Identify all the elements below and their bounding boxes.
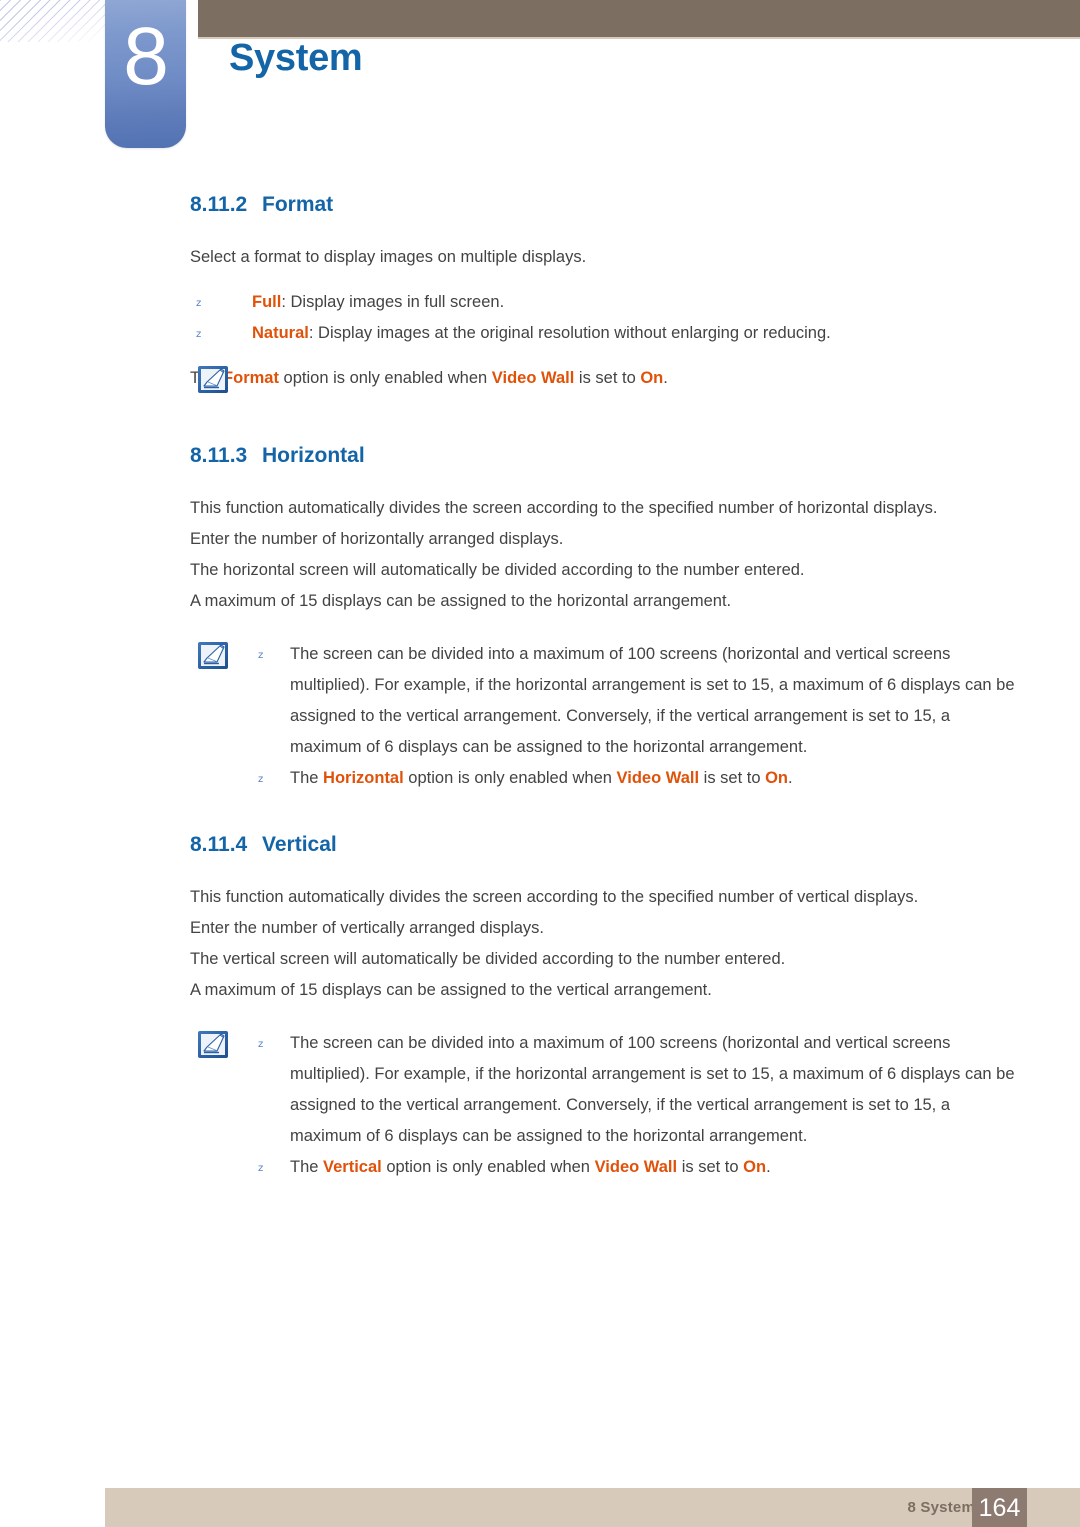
page-content: 8.11.2 Format Select a format to display… [0,190,1080,1183]
note-quill-icon [198,642,228,669]
note-block-vertical: z The screen can be divided into a maxim… [190,1028,1020,1183]
note-term-horizontal: Horizontal [323,769,404,787]
note-block-format: The Format option is only enabled when V… [190,363,1020,397]
note-text-end: . [766,1158,771,1176]
bullet-marker-icon: z [196,298,202,309]
note-text-mid2: is set to [699,769,766,787]
decorative-hatch-pattern [0,0,106,42]
note-item-text: The screen can be divided into a maximum… [290,645,1015,756]
vertical-paragraph: Enter the number of vertically arranged … [190,919,545,937]
note-text: The Format option is only enabled when V… [190,363,1020,394]
option-description: : Display images in full screen. [281,293,505,311]
format-intro-paragraph: Select a format to display images on mul… [190,248,587,266]
note-text-mid2: is set to [574,369,641,387]
chapter-badge: 8 [105,0,186,148]
option-term-full: Full [252,293,282,311]
page-number-box: 164 [972,1488,1027,1527]
note-text-mid1: option is only enabled when [278,369,492,387]
chapter-number: 8 [123,11,169,102]
note-list-item: z The screen can be divided into a maxim… [252,639,1020,763]
note-text: z The screen can be divided into a maxim… [190,1028,1020,1183]
note-term-vertical: Vertical [323,1158,382,1176]
note-text-mid1: option is only enabled when [381,1158,595,1176]
note-term-on: On [765,769,789,787]
section-number: 8.11.2 [190,193,248,216]
note-item-text: The screen can be divided into a maximum… [290,1034,1015,1145]
horizontal-paragraph: This function automatically divides the … [190,499,938,517]
horizontal-paragraph: Enter the number of horizontally arrange… [190,530,564,548]
note-term-on: On [640,369,664,387]
page-header: 8 System [0,0,1080,160]
option-description: : Display images at the original resolut… [308,324,831,342]
note-block-horizontal: z The screen can be divided into a maxim… [190,639,1020,794]
note-text-end: . [663,369,668,387]
note-text-pre: The [290,769,324,787]
section-number: 8.11.3 [190,444,248,467]
section-number: 8.11.4 [190,833,248,856]
bullet-marker-icon: z [258,650,264,661]
horizontal-paragraph: A maximum of 15 displays can be assigned… [190,592,732,610]
bullet-marker-icon: z [258,1163,264,1174]
page-footer: 8 System 164 [105,1488,1080,1527]
list-item: z Natural: Display images at the origina… [190,318,1042,349]
note-text: z The screen can be divided into a maxim… [190,639,1020,794]
option-term-natural: Natural [252,324,309,342]
note-text-mid2: is set to [677,1158,744,1176]
note-text-pre: The [290,1158,324,1176]
bullet-marker-icon: z [196,329,202,340]
note-quill-icon [198,366,228,393]
chapter-title: System [229,37,363,79]
note-quill-icon [198,1031,228,1058]
note-term-video-wall: Video Wall [491,369,575,387]
page-number: 164 [978,1494,1021,1522]
vertical-paragraph: A maximum of 15 displays can be assigned… [190,981,712,999]
note-term-video-wall: Video Wall [594,1158,678,1176]
bullet-marker-icon: z [258,1039,264,1050]
note-text-mid1: option is only enabled when [403,769,617,787]
section-name: Horizontal [262,444,365,467]
header-brown-bar [198,0,1080,37]
horizontal-paragraph: The horizontal screen will automatically… [190,561,805,579]
note-term-video-wall: Video Wall [616,769,700,787]
list-item: z Full: Display images in full screen. [190,287,1042,318]
note-list-item: z The screen can be divided into a maxim… [252,1028,1020,1152]
section-name: Vertical [262,833,337,856]
bullet-marker-icon: z [258,774,264,785]
section-heading-horizontal: 8.11.3 Horizontal [190,441,1080,471]
note-term-format: Format [223,369,279,387]
section-heading-format: 8.11.2 Format [190,190,1080,220]
note-list-item: z The Horizontal option is only enabled … [252,763,1020,794]
vertical-paragraph: The vertical screen will automatically b… [190,950,786,968]
note-list-item: z The Vertical option is only enabled wh… [252,1152,1020,1183]
note-term-on: On [743,1158,767,1176]
footer-chapter-label: 8 System [907,1499,975,1516]
section-heading-vertical: 8.11.4 Vertical [190,830,1080,860]
note-text-end: . [788,769,793,787]
vertical-paragraph: This function automatically divides the … [190,888,919,906]
section-name: Format [262,193,334,216]
